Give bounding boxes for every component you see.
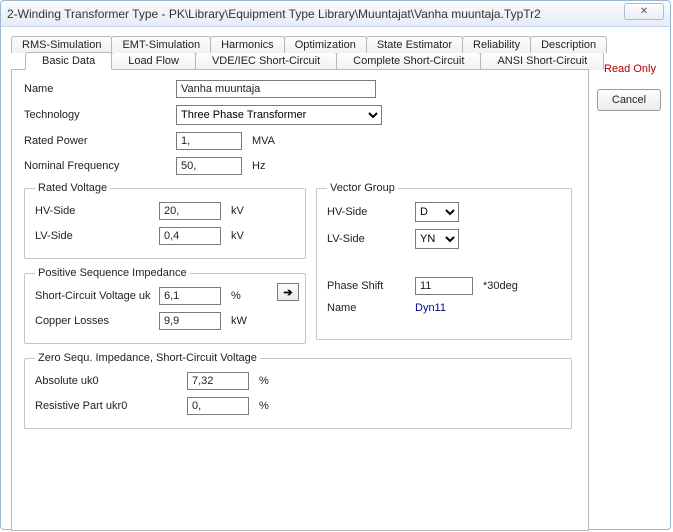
tab-emt-simulation[interactable]: EMT-Simulation [111,36,211,53]
lv-side-label: LV-Side [35,230,159,242]
nominal-frequency-label: Nominal Frequency [24,160,176,172]
hv-side-input[interactable] [159,202,221,220]
rated-power-label: Rated Power [24,135,176,147]
res-ukr0-input[interactable] [187,397,249,415]
copper-losses-input[interactable] [159,312,221,330]
tab-vde-iec-short-circuit[interactable]: VDE/IEC Short-Circuit [195,52,337,70]
rated-power-unit: MVA [252,135,275,147]
vg-name-label: Name [327,302,415,314]
phase-shift-unit: *30deg [483,280,518,292]
copper-losses-unit: kW [231,315,247,327]
name-input[interactable] [176,80,376,98]
tab-state-estimator[interactable]: State Estimator [366,36,463,53]
close-icon: ✕ [640,6,648,17]
nominal-frequency-unit: Hz [252,160,265,172]
vector-group-legend: Vector Group [327,182,398,194]
uk-input[interactable] [159,287,221,305]
tab-row-bottom: Basic Data Load Flow VDE/IEC Short-Circu… [25,52,591,70]
readonly-label: Read Only [597,63,663,75]
tab-reliability[interactable]: Reliability [462,36,531,53]
phase-shift-label: Phase Shift [327,280,415,292]
hv-side-unit: kV [231,205,244,217]
zero-sequence-group: Zero Sequ. Impedance, Short-Circuit Volt… [24,352,572,429]
vg-hv-label: HV-Side [327,206,415,218]
copper-losses-label: Copper Losses [35,315,159,327]
close-button[interactable]: ✕ [624,3,664,20]
rated-voltage-legend: Rated Voltage [35,182,110,194]
nominal-frequency-input[interactable] [176,157,242,175]
phase-shift-input[interactable] [415,277,473,295]
tab-complete-short-circuit[interactable]: Complete Short-Circuit [336,52,481,70]
vg-hv-select[interactable]: D [415,202,459,222]
cancel-button[interactable]: Cancel [597,89,661,111]
arrow-button[interactable]: ➔ [277,283,299,301]
vg-lv-label: LV-Side [327,233,415,245]
rated-power-input[interactable] [176,132,242,150]
tab-optimization[interactable]: Optimization [284,36,367,53]
positive-sequence-group: Positive Sequence Impedance ➔ Short-Circ… [24,267,306,344]
tab-panel-basic-data: Name Technology Three Phase Transformer … [11,69,589,531]
vector-group: Vector Group HV-Side D LV-Side YN [316,182,572,340]
lv-side-input[interactable] [159,227,221,245]
technology-select[interactable]: Three Phase Transformer [176,105,382,125]
res-ukr0-unit: % [259,400,269,412]
tab-harmonics[interactable]: Harmonics [210,36,285,53]
abs-uk0-input[interactable] [187,372,249,390]
technology-label: Technology [24,109,176,121]
abs-uk0-unit: % [259,375,269,387]
vg-name-value: Dyn11 [415,302,446,314]
side-panel: Read Only Cancel [597,63,663,111]
tab-basic-data[interactable]: Basic Data [25,52,112,70]
titlebar: 2-Winding Transformer Type - PK\Library\… [1,1,670,27]
hv-side-label: HV-Side [35,205,159,217]
res-ukr0-label: Resistive Part ukr0 [35,400,187,412]
uk-label: Short-Circuit Voltage uk [35,290,159,302]
rated-voltage-group: Rated Voltage HV-Side kV LV-Side kV [24,182,306,259]
dialog-window: 2-Winding Transformer Type - PK\Library\… [0,0,671,530]
arrow-right-icon: ➔ [283,286,292,299]
abs-uk0-label: Absolute uk0 [35,375,187,387]
tab-ansi-short-circuit[interactable]: ANSI Short-Circuit [480,52,604,70]
window-title: 2-Winding Transformer Type - PK\Library\… [7,7,541,21]
tab-load-flow[interactable]: Load Flow [111,52,196,70]
vg-lv-select[interactable]: YN [415,229,459,249]
positive-sequence-legend: Positive Sequence Impedance [35,267,190,279]
uk-unit: % [231,290,241,302]
tab-row-top: RMS-Simulation EMT-Simulation Harmonics … [11,35,591,52]
lv-side-unit: kV [231,230,244,242]
tab-description[interactable]: Description [530,36,607,53]
name-label: Name [24,83,176,95]
zero-sequence-legend: Zero Sequ. Impedance, Short-Circuit Volt… [35,352,260,364]
tab-rms-simulation[interactable]: RMS-Simulation [11,36,112,53]
